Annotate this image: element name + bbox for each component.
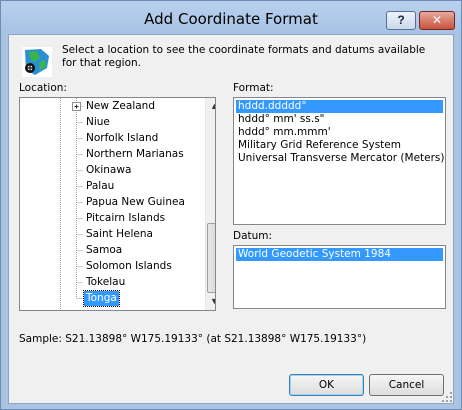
- format-item[interactable]: Military Grid Reference System: [236, 139, 403, 152]
- tree-item-okinawa[interactable]: Okinawa: [84, 163, 133, 178]
- format-item[interactable]: hddd° mm.mmm': [236, 126, 333, 139]
- tree-item-pitcairn-islands[interactable]: Pitcairn Islands: [84, 211, 167, 226]
- intro-text: Select a location to see the coordinate …: [62, 44, 426, 69]
- scroll-down-arrow-icon[interactable]: ▼: [206, 293, 215, 310]
- format-item[interactable]: hddd° mm' ss.s": [236, 113, 327, 126]
- format-item[interactable]: hddd.ddddd°: [236, 100, 443, 113]
- location-tree[interactable]: New Zealand Niue Norfolk Island Northern…: [19, 97, 216, 311]
- ok-button[interactable]: OK: [289, 374, 364, 396]
- dialog-window: Add Coordinate Format ? ✕ Select a locat…: [0, 0, 462, 410]
- scroll-up-arrow-icon[interactable]: ▲: [206, 98, 215, 115]
- location-scrollbar[interactable]: ▲ ▼: [205, 98, 215, 310]
- title-bar[interactable]: Add Coordinate Format ? ✕: [1, 1, 461, 34]
- help-button[interactable]: ?: [386, 11, 416, 30]
- tree-item-papua-new-guinea[interactable]: Papua New Guinea: [84, 195, 187, 210]
- datum-label: Datum:: [233, 230, 273, 242]
- format-item[interactable]: Universal Transverse Mercator (Meters): [236, 152, 447, 165]
- tree-item-samoa[interactable]: Samoa: [84, 243, 124, 258]
- cancel-button[interactable]: Cancel: [369, 374, 444, 396]
- scroll-thumb[interactable]: [207, 223, 215, 293]
- format-label: Format:: [233, 82, 274, 94]
- resize-grip-icon[interactable]: [441, 391, 453, 403]
- tree-item-tonga[interactable]: Tonga: [83, 290, 120, 307]
- tree-item-niue[interactable]: Niue: [84, 115, 112, 130]
- format-list[interactable]: hddd.ddddd° hddd° mm' ss.s" hddd° mm.mmm…: [233, 97, 446, 225]
- tree-item-tokelau[interactable]: Tokelau: [84, 275, 127, 290]
- tree-item-northern-marianas[interactable]: Northern Marianas: [84, 147, 186, 162]
- sample-text: Sample: S21.13898° W175.19133° (at S21.1…: [19, 333, 367, 345]
- dialog-body: Select a location to see the coordinate …: [8, 34, 454, 404]
- datum-item[interactable]: World Geodetic System 1984: [236, 248, 443, 261]
- close-button[interactable]: ✕: [419, 11, 455, 30]
- location-label: Location:: [19, 82, 67, 94]
- tree-item-new-zealand[interactable]: New Zealand: [84, 99, 157, 114]
- tree-item-palau[interactable]: Palau: [84, 179, 116, 194]
- map-globe-icon: [22, 47, 52, 77]
- tree-item-solomon-islands[interactable]: Solomon Islands: [84, 259, 174, 274]
- tree-item-norfolk-island[interactable]: Norfolk Island: [84, 131, 160, 146]
- datum-list[interactable]: World Geodetic System 1984: [233, 245, 446, 309]
- tree-item-saint-helena[interactable]: Saint Helena: [84, 227, 155, 242]
